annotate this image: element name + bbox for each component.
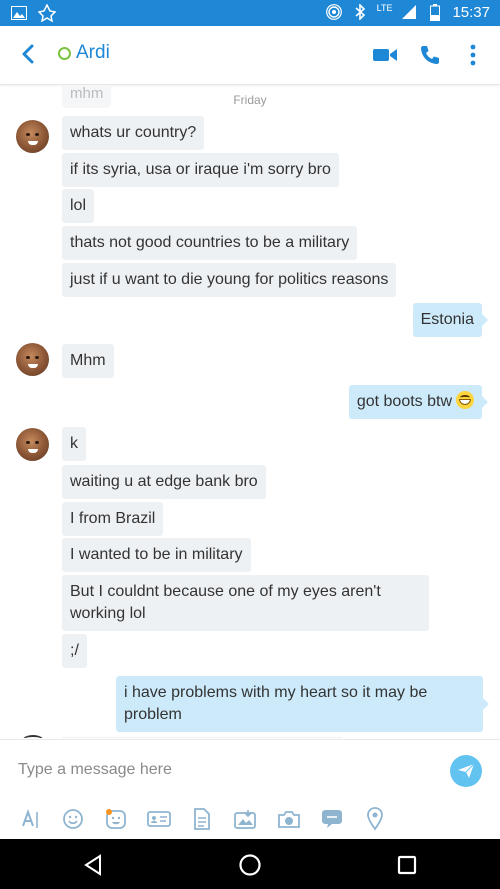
emoji-icon[interactable]: [60, 806, 86, 832]
message-bubble-incoming[interactable]: if its syria, usa or iraque i'm sorry br…: [62, 153, 339, 187]
network-type: LTE: [376, 3, 393, 13]
message-bubble-incoming[interactable]: k: [62, 427, 86, 461]
contact-avatar[interactable]: [16, 343, 49, 376]
bluetooth-icon: [351, 3, 369, 21]
chat-bubble-icon[interactable]: [319, 806, 345, 832]
send-button[interactable]: [450, 755, 482, 787]
clock: 15:37: [452, 3, 490, 21]
moji-icon[interactable]: [103, 806, 129, 832]
contact-card-icon[interactable]: [146, 806, 172, 832]
message-bubble-incoming[interactable]: just if u want to die young for politics…: [62, 263, 397, 297]
presence-indicator: [58, 47, 71, 60]
app-notification-icon: [38, 4, 56, 22]
message-bubble-outgoing[interactable]: Estonia: [412, 303, 489, 337]
nav-back-icon[interactable]: [80, 852, 106, 878]
conversation-header: Ardi: [0, 26, 500, 85]
nav-home-icon[interactable]: [237, 852, 263, 878]
contact-avatar[interactable]: [16, 428, 49, 461]
contact-avatar[interactable]: [16, 120, 49, 153]
back-arrow-icon[interactable]: [18, 43, 40, 65]
message-bubble-outgoing[interactable]: got boots btw: [348, 385, 489, 419]
message-text: got boots btw: [356, 393, 452, 410]
media-icon[interactable]: [232, 806, 258, 832]
more-options-icon[interactable]: [458, 40, 488, 70]
camera-icon[interactable]: [276, 806, 302, 832]
message-bubble-incoming[interactable]: Mhm: [62, 344, 114, 378]
phone-call-icon[interactable]: [415, 40, 445, 70]
message-bubble-incoming[interactable]: whats ur country?: [62, 116, 205, 150]
nav-recents-icon[interactable]: [394, 852, 420, 878]
message-bubble-outgoing[interactable]: i have problems with my heart so it may …: [116, 676, 489, 732]
message-bubble-incoming[interactable]: I wanted to be in military: [62, 538, 251, 572]
date-divider: Friday: [233, 93, 267, 107]
message-bubble-partial: [62, 737, 342, 738]
file-icon[interactable]: [189, 806, 215, 832]
hotspot-icon: [325, 3, 343, 21]
message-list[interactable]: mhm Friday whats ur country? if its syri…: [0, 85, 500, 738]
send-icon: [458, 763, 475, 778]
battery-icon: [426, 3, 444, 21]
message-bubble-incoming[interactable]: lol: [62, 189, 95, 223]
signal-icon: [400, 3, 418, 21]
status-bar: LTE 15:37: [0, 0, 500, 26]
message-bubble-incoming[interactable]: waiting u at edge bank bro: [62, 465, 266, 499]
location-icon[interactable]: [362, 806, 388, 832]
system-navigation-bar: [0, 839, 500, 889]
grinning-face-emoji: [456, 391, 474, 409]
message-input[interactable]: [16, 760, 440, 780]
contact-avatar-partial: [22, 735, 44, 738]
message-bubble-incoming[interactable]: ;/: [62, 634, 87, 668]
message-bubble-incoming[interactable]: I from Brazil: [62, 502, 164, 536]
video-call-icon[interactable]: [370, 40, 400, 70]
text-format-icon[interactable]: [18, 806, 44, 832]
contact-name[interactable]: Ardi: [76, 42, 110, 64]
composer: [0, 739, 500, 840]
message-bubble-incoming[interactable]: But I couldnt because one of my eyes are…: [62, 575, 429, 631]
gallery-notification-icon: [10, 4, 28, 22]
message-bubble-incoming[interactable]: thats not good countries to be a militar…: [62, 226, 358, 260]
